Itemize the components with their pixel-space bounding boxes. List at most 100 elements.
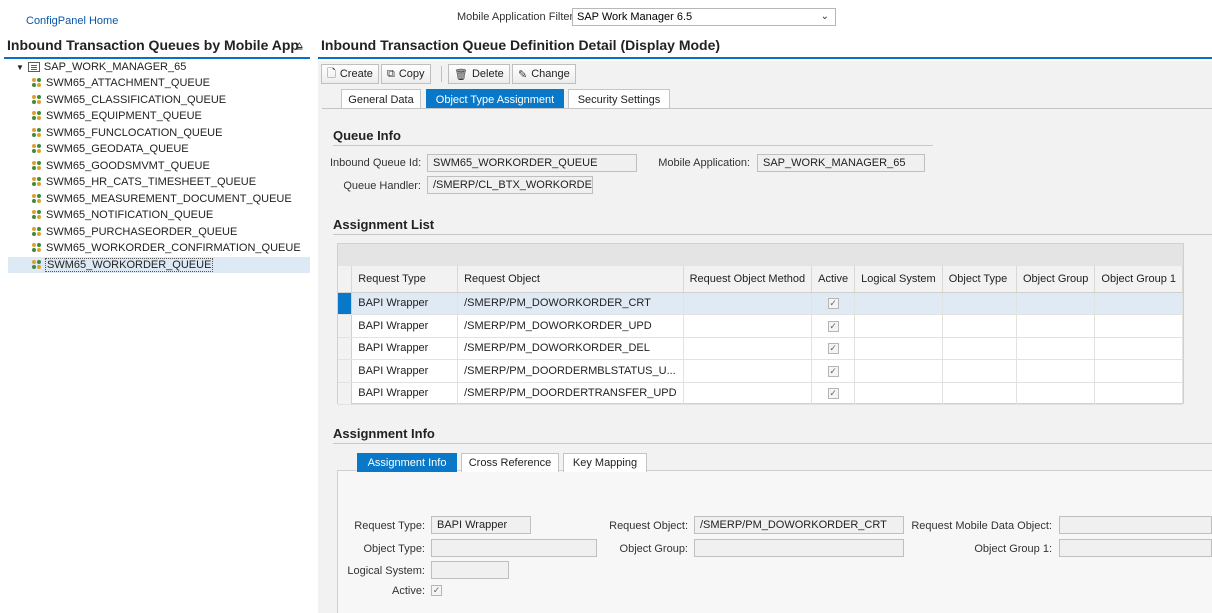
logical-system-cell bbox=[854, 382, 943, 405]
object-type-field[interactable] bbox=[431, 539, 597, 557]
request-type-cell: BAPI Wrapper bbox=[351, 337, 459, 360]
logical-system-cell bbox=[854, 337, 943, 360]
table-row[interactable]: BAPI Wrapper/SMERP/PM_DOWORKORDER_DEL ✓ bbox=[338, 337, 1183, 360]
row-selector-header[interactable] bbox=[338, 266, 353, 293]
create-button-label: Create bbox=[339, 68, 373, 80]
active-cell: ✓ bbox=[811, 337, 856, 360]
request-type-label: Request Type: bbox=[354, 520, 425, 532]
copy-button[interactable]: ⧉ Copy bbox=[381, 64, 431, 84]
copy-icon: ⧉ bbox=[387, 67, 395, 80]
top-bar: ConfigPanel Home Mobile Application Filt… bbox=[0, 0, 1212, 34]
tree-item-queue[interactable]: SWM65_FUNCLOCATION_QUEUE bbox=[8, 125, 310, 142]
column-header[interactable]: Object Type bbox=[942, 266, 1017, 293]
object-type-cell bbox=[942, 314, 1017, 338]
tree-item-queue[interactable]: SWM65_EQUIPMENT_QUEUE bbox=[8, 108, 310, 125]
tree-item-queue[interactable]: SWM65_CLASSIFICATION_QUEUE bbox=[8, 92, 310, 109]
queue-handler-field[interactable]: /SMERP/CL_BTX_WORKORDER_ bbox=[427, 176, 593, 194]
tree-item-queue[interactable]: SWM65_NOTIFICATION_QUEUE bbox=[8, 207, 310, 224]
tree-item-queue[interactable]: SWM65_GEODATA_QUEUE bbox=[8, 141, 310, 158]
row-selector[interactable] bbox=[338, 382, 353, 405]
change-button[interactable]: ✎ Change bbox=[512, 64, 576, 84]
column-header[interactable]: Logical System bbox=[854, 266, 943, 293]
assignment-info-title: Assignment Info bbox=[333, 426, 435, 441]
table-row[interactable]: BAPI Wrapper/SMERP/PM_DOWORKORDER_UPD ✓ bbox=[338, 314, 1183, 338]
chevron-down-icon: ⌄ bbox=[820, 11, 829, 22]
tree-item-label: SWM65_WORKORDER_QUEUE bbox=[44, 257, 214, 272]
request-mdo-label: Request Mobile Data Object: bbox=[911, 520, 1052, 532]
row-selector[interactable] bbox=[338, 314, 353, 338]
active-checkbox[interactable]: ✓ bbox=[827, 343, 839, 355]
request-object-cell: /SMERP/PM_DOWORKORDER_DEL bbox=[457, 337, 684, 360]
request-method-cell bbox=[683, 314, 813, 338]
subtab-cross-reference[interactable]: Cross Reference bbox=[461, 453, 559, 472]
column-header[interactable]: Object Group bbox=[1016, 266, 1096, 293]
tree-item-label: SWM65_CLASSIFICATION_QUEUE bbox=[46, 93, 227, 106]
active-checkbox[interactable]: ✓ bbox=[431, 585, 442, 596]
row-selector[interactable] bbox=[338, 359, 353, 383]
active-checkbox[interactable]: ✓ bbox=[827, 365, 839, 377]
request-method-cell bbox=[683, 359, 813, 383]
queue-icon bbox=[32, 259, 42, 270]
tab-general-data[interactable]: General Data bbox=[341, 89, 421, 109]
object-type-cell bbox=[942, 337, 1017, 360]
object-group-1-field[interactable] bbox=[1059, 539, 1212, 557]
tree-item-queue[interactable]: SWM65_WORKORDER_QUEUE bbox=[8, 256, 310, 273]
request-method-cell bbox=[683, 292, 813, 315]
tab-security-settings[interactable]: Security Settings bbox=[568, 89, 670, 109]
collapse-panel-icon[interactable]: ⩠ bbox=[296, 40, 303, 53]
create-button[interactable]: 🗋 Create bbox=[321, 64, 379, 84]
row-selector[interactable] bbox=[338, 292, 353, 315]
tree-item-queue[interactable]: SWM65_WORKORDER_CONFIRMATION_QUEUE bbox=[8, 240, 310, 257]
delete-button[interactable]: 🗑 Delete bbox=[448, 64, 510, 84]
tree-item-queue[interactable]: SWM65_ATTACHMENT_QUEUE bbox=[8, 75, 310, 92]
tree-item-queue[interactable]: SWM65_MEASUREMENT_DOCUMENT_QUEUE bbox=[8, 191, 310, 208]
column-header[interactable]: Object Group 1 bbox=[1094, 266, 1183, 293]
expand-arrow-icon[interactable]: ▼ bbox=[16, 63, 24, 72]
inbound-queue-id-field[interactable]: SWM65_WORKORDER_QUEUE bbox=[427, 154, 637, 172]
tree-root-node[interactable]: ▼ SAP_WORK_MANAGER_65 bbox=[16, 59, 186, 75]
tree-item-queue[interactable]: SWM65_HR_CATS_TIMESHEET_QUEUE bbox=[8, 174, 310, 191]
tree-item-label: SWM65_EQUIPMENT_QUEUE bbox=[46, 110, 202, 123]
request-type-cell: BAPI Wrapper bbox=[351, 359, 459, 383]
queue-icon bbox=[32, 226, 42, 237]
active-checkbox[interactable]: ✓ bbox=[827, 298, 839, 310]
table-row[interactable]: BAPI Wrapper/SMERP/PM_DOORDERMBLSTATUS_U… bbox=[338, 359, 1183, 383]
tree-item-label: SWM65_ATTACHMENT_QUEUE bbox=[46, 77, 211, 90]
request-object-field[interactable]: /SMERP/PM_DOWORKORDER_CRT bbox=[694, 516, 904, 534]
column-header[interactable]: Active bbox=[811, 266, 856, 293]
active-checkbox[interactable]: ✓ bbox=[827, 388, 839, 400]
row-selector[interactable] bbox=[338, 337, 353, 360]
object-type-cell bbox=[942, 382, 1017, 405]
subtab-assignment-info[interactable]: Assignment Info bbox=[357, 453, 457, 472]
logical-system-field[interactable] bbox=[431, 561, 509, 579]
table-icon bbox=[27, 62, 40, 72]
request-type-cell: BAPI Wrapper bbox=[351, 314, 459, 338]
column-header[interactable]: Request Type bbox=[351, 266, 459, 293]
object-group-1-cell bbox=[1094, 292, 1183, 315]
subtab-key-mapping[interactable]: Key Mapping bbox=[563, 453, 647, 472]
tab-object-type-assignment[interactable]: Object Type Assignment bbox=[426, 89, 564, 109]
request-object-cell: /SMERP/PM_DOWORKORDER_CRT bbox=[457, 292, 684, 315]
object-group-field[interactable] bbox=[694, 539, 904, 557]
mobile-application-label: Mobile Application: bbox=[658, 157, 750, 169]
tree-item-label: SWM65_PURCHASEORDER_QUEUE bbox=[46, 225, 238, 238]
table-row[interactable]: BAPI Wrapper/SMERP/PM_DOWORKORDER_CRT ✓ bbox=[338, 292, 1183, 315]
request-mdo-field[interactable] bbox=[1059, 516, 1212, 534]
object-type-cell bbox=[942, 359, 1017, 383]
tree-item-queue[interactable]: SWM65_PURCHASEORDER_QUEUE bbox=[8, 224, 310, 241]
column-header[interactable]: Request Object Method bbox=[683, 266, 813, 293]
request-type-field[interactable]: BAPI Wrapper bbox=[431, 516, 531, 534]
tab-strip-divider bbox=[322, 108, 1212, 109]
queue-icon bbox=[32, 193, 42, 204]
active-checkbox[interactable]: ✓ bbox=[827, 320, 839, 332]
mobile-application-field[interactable]: SAP_WORK_MANAGER_65 bbox=[757, 154, 925, 172]
table-row[interactable]: BAPI Wrapper/SMERP/PM_DOORDERTRANSFER_UP… bbox=[338, 382, 1183, 405]
object-group-cell bbox=[1016, 359, 1096, 383]
active-cell: ✓ bbox=[811, 314, 856, 338]
assignment-info-divider bbox=[333, 443, 1212, 444]
tree-item-queue[interactable]: SWM65_GOODSMVMT_QUEUE bbox=[8, 158, 310, 175]
column-header[interactable]: Request Object bbox=[457, 266, 684, 293]
configpanel-home-link[interactable]: ConfigPanel Home bbox=[26, 15, 118, 27]
assignment-list-title: Assignment List bbox=[333, 217, 435, 232]
mobile-app-filter-select[interactable]: SAP Work Manager 6.5 ⌄ bbox=[572, 8, 836, 26]
